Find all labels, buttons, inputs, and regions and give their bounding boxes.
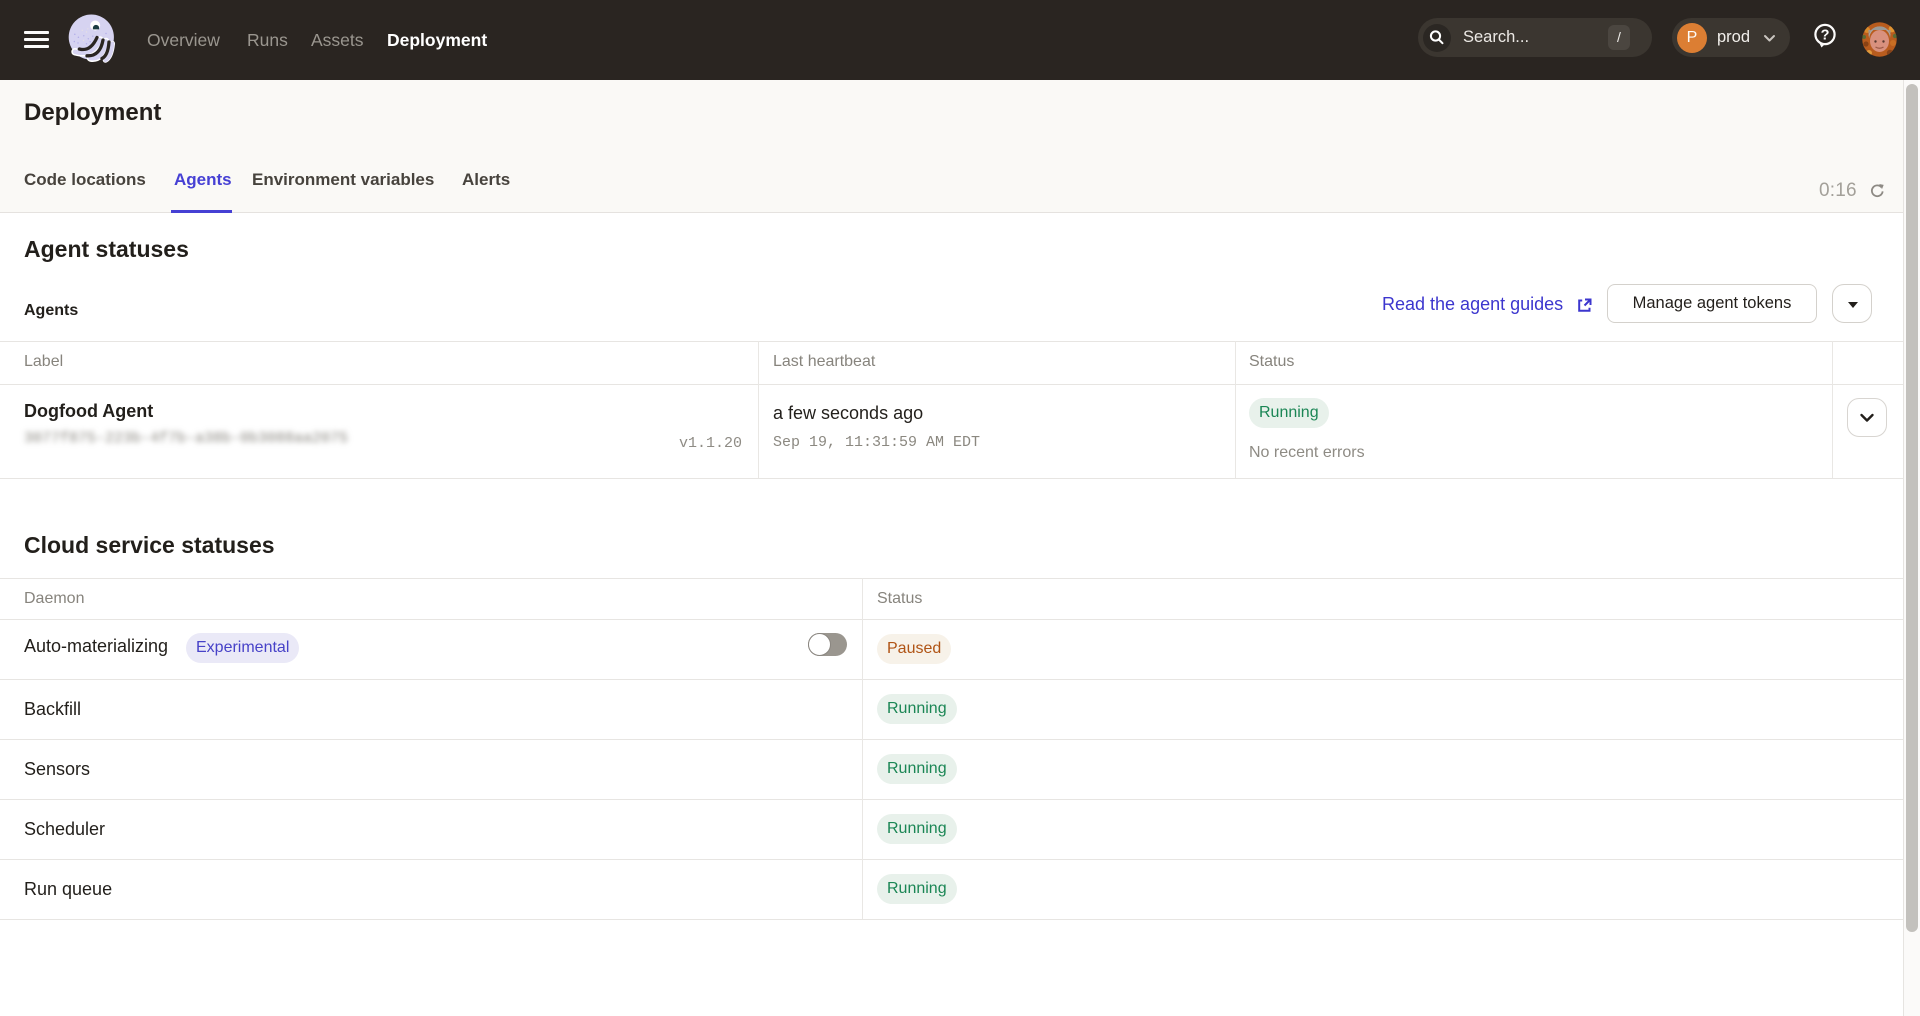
svg-text:?: ? xyxy=(1821,28,1830,44)
